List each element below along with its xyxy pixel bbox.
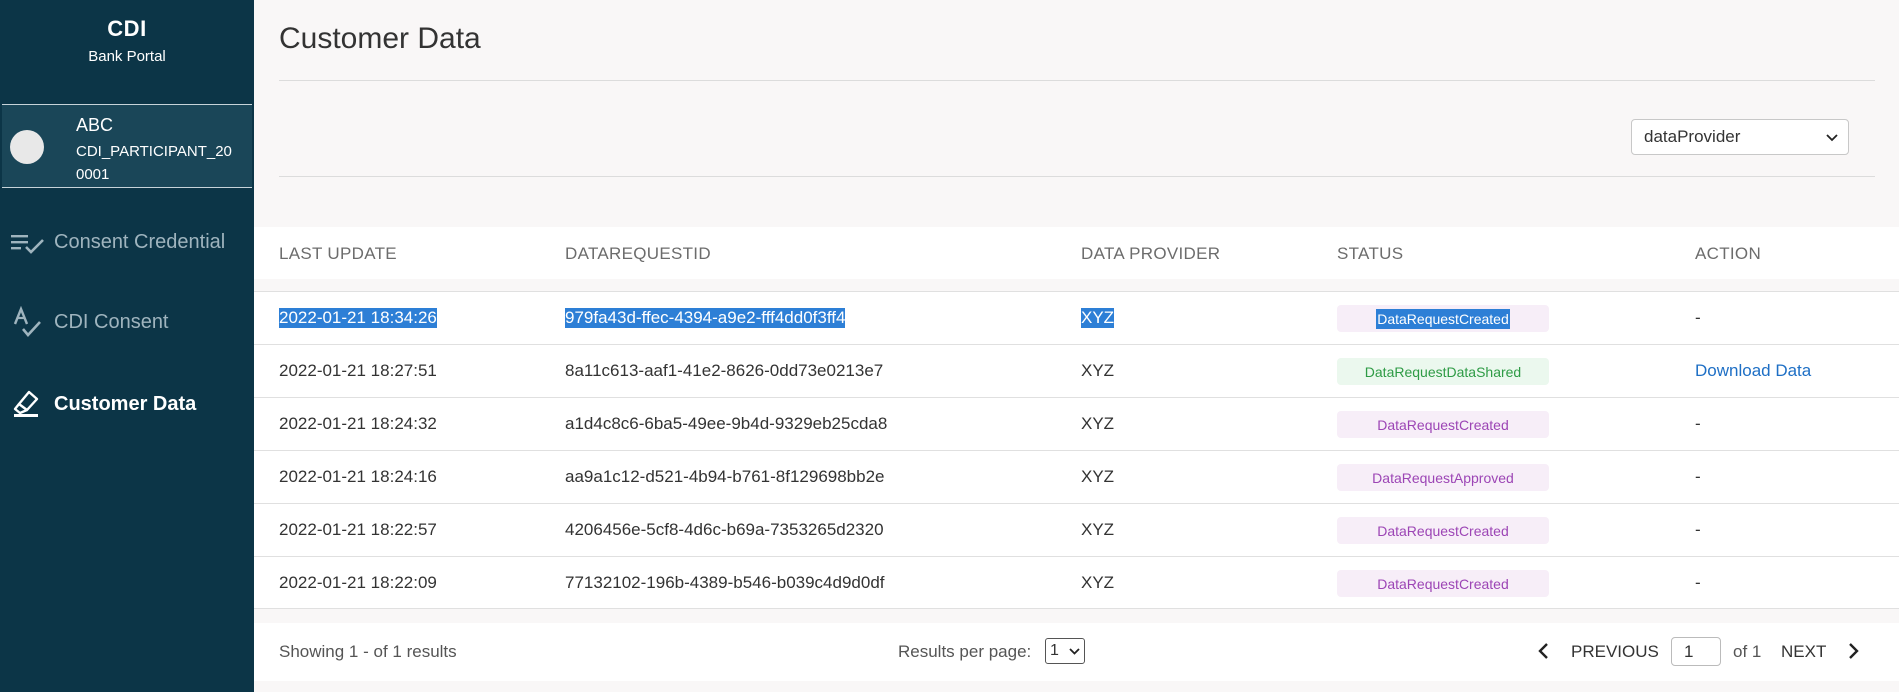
table-row: 2022-01-21 18:24:16 aa9a1c12-d521-4b94-b…	[254, 450, 1899, 503]
sidebar-item-customer-data[interactable]: Customer Data	[0, 384, 254, 424]
chevron-right-icon[interactable]	[1848, 641, 1860, 666]
results-per-page-select[interactable]: 1	[1045, 638, 1085, 664]
status-badge: DataRequestCreated	[1337, 517, 1549, 544]
status-badge: DataRequestDataShared	[1337, 358, 1549, 385]
avatar	[10, 130, 44, 164]
column-header-datarequestid[interactable]: DATAREQUESTID	[565, 244, 711, 264]
last-update-cell: 2022-01-21 18:22:09	[279, 573, 437, 592]
page-title: Customer Data	[279, 22, 481, 55]
spellcheck-icon	[0, 306, 54, 338]
brand-title: CDI	[107, 16, 147, 41]
sidebar-item-consent-credential[interactable]: Consent Credential	[0, 222, 254, 262]
chevron-down-icon	[1826, 127, 1838, 147]
datarequestid-cell: a1d4c8c6-6ba5-49ee-9b4d-9329eb25cda8	[565, 414, 888, 433]
checklist-icon	[0, 228, 54, 256]
sidebar-item-label: CDI Consent	[54, 310, 169, 333]
data-provider-select[interactable]: dataProvider	[1631, 119, 1849, 155]
table-row: 2022-01-21 18:27:51 8a11c613-aaf1-41e2-8…	[254, 344, 1899, 397]
user-profile: ABC CDI_PARTICIPANT_200001	[2, 104, 252, 188]
last-update-cell: 2022-01-21 18:27:51	[279, 361, 437, 380]
last-update-cell: 2022-01-21 18:22:57	[279, 520, 437, 539]
results-per-page-label: Results per page:	[898, 642, 1032, 661]
column-header-action: ACTION	[1695, 244, 1762, 263]
last-update-cell: 2022-01-21 18:34:26	[279, 308, 437, 328]
action-cell: -	[1695, 308, 1701, 327]
data-provider-cell: XYZ	[1081, 467, 1115, 486]
brand-subtitle: Bank Portal	[88, 48, 166, 65]
column-header-data-provider[interactable]: DATA PROVIDER	[1081, 244, 1220, 264]
last-update-cell: 2022-01-21 18:24:32	[279, 414, 437, 433]
user-id: CDI_PARTICIPANT_200001	[76, 143, 232, 183]
divider	[279, 176, 1875, 177]
action-cell: -	[1695, 573, 1701, 592]
sidebar-item-cdi-consent[interactable]: CDI Consent	[0, 302, 254, 342]
pagination-bar: Showing 1 - of 1 results Results per pag…	[254, 623, 1899, 681]
sidebar-item-label: Customer Data	[54, 392, 197, 415]
chevron-left-icon[interactable]	[1537, 641, 1549, 666]
brand: CDI Bank Portal	[0, 0, 254, 104]
table-row: 2022-01-21 18:34:26 979fa43d-ffec-4394-a…	[254, 291, 1899, 344]
status-badge: DataRequestCreated	[1337, 305, 1549, 332]
results-count: Showing 1 - of 1 results	[279, 642, 457, 661]
status-badge: DataRequestCreated	[1337, 411, 1549, 438]
datarequestid-cell: 8a11c613-aaf1-41e2-8626-0dd73e0213e7	[565, 361, 884, 380]
datarequestid-cell: aa9a1c12-d521-4b94-b761-8f129698bb2e	[565, 467, 885, 486]
data-provider-select-value: dataProvider	[1644, 127, 1741, 146]
column-header-status[interactable]: STATUS	[1337, 244, 1403, 264]
next-button[interactable]: NEXT	[1781, 642, 1826, 662]
table-header: LAST UPDATE DATAREQUESTID DATA PROVIDER …	[254, 227, 1899, 279]
divider	[279, 80, 1875, 81]
chevron-down-icon	[1069, 642, 1080, 660]
eraser-icon	[0, 388, 54, 420]
user-name: ABC	[76, 115, 114, 135]
sidebar-item-label: Consent Credential	[54, 230, 226, 253]
sidebar: CDI Bank Portal ABC CDI_PARTICIPANT_2000…	[0, 0, 254, 692]
action-cell: -	[1695, 520, 1701, 539]
page-total: of 1	[1733, 642, 1762, 661]
table-row: 2022-01-21 18:24:32 a1d4c8c6-6ba5-49ee-9…	[254, 397, 1899, 450]
datarequestid-cell: 77132102-196b-4389-b546-b039c4d9d0df	[565, 573, 885, 592]
data-provider-cell: XYZ	[1081, 520, 1115, 539]
action-cell: -	[1695, 414, 1701, 433]
data-provider-cell: XYZ	[1081, 308, 1115, 328]
data-provider-cell: XYZ	[1081, 573, 1115, 592]
table-row: 2022-01-21 18:22:57 4206456e-5cf8-4d6c-b…	[254, 503, 1899, 556]
download-data-link[interactable]: Download Data	[1695, 361, 1811, 381]
status-badge: DataRequestCreated	[1337, 570, 1549, 597]
status-badge: DataRequestApproved	[1337, 464, 1549, 491]
previous-button[interactable]: PREVIOUS	[1571, 642, 1659, 662]
data-provider-cell: XYZ	[1081, 414, 1115, 433]
page-number-input[interactable]: 1	[1671, 637, 1721, 666]
column-header-last-update[interactable]: LAST UPDATE	[279, 244, 397, 264]
table-row: 2022-01-21 18:22:09 77132102-196b-4389-b…	[254, 556, 1899, 609]
datarequestid-cell: 979fa43d-ffec-4394-a9e2-fff4dd0f3ff4	[565, 308, 846, 328]
data-provider-cell: XYZ	[1081, 361, 1115, 380]
action-cell: -	[1695, 467, 1701, 486]
datarequestid-cell: 4206456e-5cf8-4d6c-b69a-7353265d2320	[565, 520, 884, 539]
last-update-cell: 2022-01-21 18:24:16	[279, 467, 437, 486]
